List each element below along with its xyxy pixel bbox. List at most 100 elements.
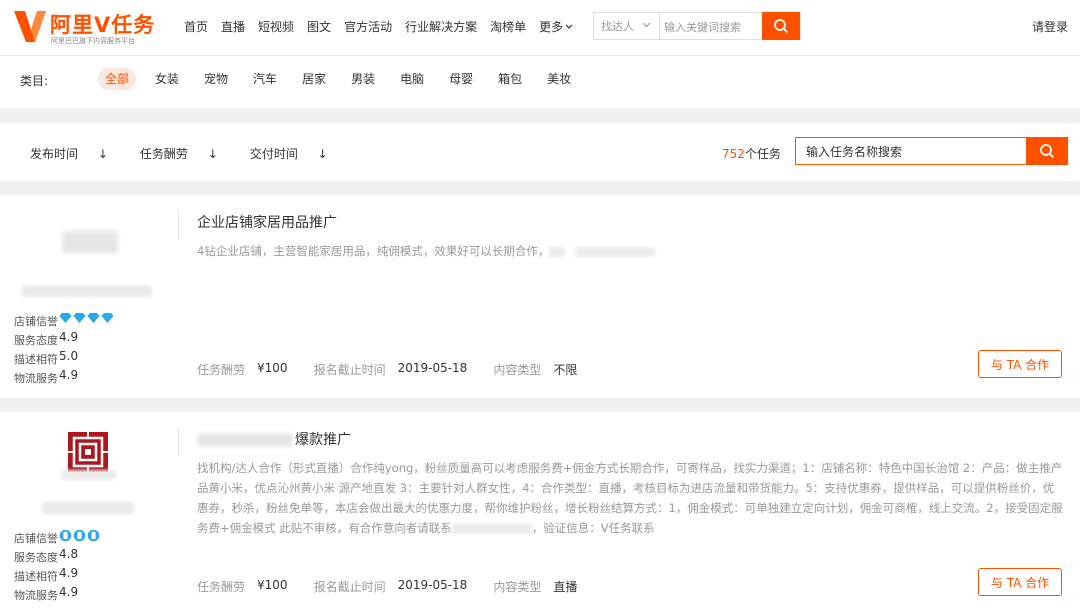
shop-seal-logo-icon [68, 432, 108, 472]
shop-info: 店铺信誉 服务态度 4.8 描述相符 4.9 物流服务 4.9 [0, 412, 170, 612]
arrow-down-icon: ↓ [97, 147, 108, 161]
rating-value: 4.9 [59, 330, 79, 344]
task-card: 店铺信誉 服务态度 4.8 描述相符 4.9 物流服务 4.9 爆款推广 找机构/达人… [0, 412, 1080, 612]
search-icon [1040, 144, 1055, 159]
crown-badge-icon [59, 529, 72, 542]
rating-value: 4.8 [59, 547, 79, 561]
rating-label: 描述相符 [14, 353, 58, 366]
diamond-icon [73, 313, 86, 323]
category-mens-wear[interactable]: 男装 [345, 68, 381, 90]
task-card: 店铺信誉 服务态度 4.9 描述相符 5.0 物流服务 4.9 企业店铺家居用品推广 … [0, 195, 1080, 398]
rating-value: 4.9 [59, 368, 79, 382]
blurred-text [197, 433, 293, 447]
shop-info: 店铺信誉 服务态度 4.9 描述相符 5.0 物流服务 4.9 [0, 195, 170, 398]
content-type-value: 不限 [553, 363, 578, 377]
crown-badge-icon [73, 529, 86, 542]
rating-reputation: 店铺信誉 [14, 529, 100, 546]
deadline-value: 2019-05-18 [397, 361, 468, 375]
rating-label: 物流服务 [14, 589, 58, 602]
sort-label: 发布时间 [30, 147, 79, 161]
logo-name: 阿里V任务 [50, 13, 156, 37]
rating-description: 描述相符 5.0 [14, 349, 78, 367]
search-icon [774, 19, 789, 34]
category-pets[interactable]: 宠物 [198, 68, 234, 90]
reward-value: ¥100 [257, 578, 288, 592]
reputation-gems [59, 312, 115, 324]
chevron-down-icon [565, 24, 573, 29]
crown-badge-icon [87, 529, 100, 542]
logo-subtitle: 阿里巴巴旗下内容服务平台 [51, 37, 135, 45]
task-search-button[interactable] [1026, 137, 1068, 165]
diamond-icon [101, 313, 114, 323]
nav-image-text[interactable]: 图文 [307, 18, 331, 35]
nav-live[interactable]: 直播 [221, 18, 245, 35]
nav-short-video[interactable]: 短视频 [258, 18, 294, 35]
rating-label: 物流服务 [14, 372, 58, 385]
task-count: 752个任务 [722, 145, 781, 162]
task-name-search-input[interactable] [804, 141, 1028, 163]
blurred-text [575, 246, 656, 257]
rating-value: 4.9 [59, 585, 79, 599]
deadline-label: 报名截止时间 [313, 363, 386, 377]
category-computers[interactable]: 电脑 [394, 68, 430, 90]
cooperate-button[interactable]: 与 TA 合作 [978, 350, 1062, 378]
rating-logistics: 物流服务 4.9 [14, 368, 78, 386]
deadline-value: 2019-05-18 [397, 578, 468, 592]
nav-official-events[interactable]: 官方活动 [344, 18, 392, 35]
reward-label: 任务酬劳 [197, 580, 246, 594]
category-baby[interactable]: 母婴 [443, 68, 479, 90]
task-description: 找机构/达人合作（形式直播）合作纯yong，粉丝质量高可以考虑服务费+佣金方式长… [197, 458, 1065, 538]
content-type-value: 直播 [553, 580, 578, 594]
blurred-text [451, 523, 532, 534]
shop-logo-text-blurred [62, 470, 116, 480]
category-home[interactable]: 居家 [296, 68, 332, 90]
task-title[interactable]: 企业店铺家居用品推广 [197, 212, 337, 232]
nav-home[interactable]: 首页 [184, 18, 208, 35]
rating-value: 4.9 [59, 566, 79, 580]
sort-options: 发布时间 ↓ 任务酬劳 ↓ 交付时间 ↓ [30, 145, 360, 162]
keyword-search-input[interactable] [662, 15, 764, 39]
search-type-select[interactable]: 找达人 [594, 13, 660, 39]
cooperate-button[interactable]: 与 TA 合作 [978, 568, 1062, 596]
divider [178, 428, 179, 456]
rating-label: 描述相符 [14, 570, 58, 583]
category-all[interactable]: 全部 [98, 68, 137, 90]
shop-logo-blurred [62, 231, 118, 253]
blurred-text [549, 246, 566, 257]
task-count-suffix: 个任务 [744, 147, 781, 161]
rating-reputation: 店铺信誉 [14, 313, 114, 329]
chevron-down-icon [642, 22, 651, 28]
sort-delivery-time[interactable]: 交付时间 ↓ [250, 145, 344, 162]
category-bags[interactable]: 箱包 [492, 68, 528, 90]
nav-rankings[interactable]: 淘榜单 [490, 18, 526, 35]
top-search-button[interactable] [762, 12, 800, 40]
top-search-box: 找达人 [593, 12, 801, 40]
category-womens-wear[interactable]: 女装 [149, 68, 185, 90]
reputation-crowns [59, 529, 101, 542]
task-description-text: 4钻企业店铺，主营智能家居用品，纯佣模式，效果好可以长期合作， [197, 244, 550, 258]
rating-label: 店铺信誉 [14, 532, 58, 545]
main-nav: 首页 直播 短视频 图文 官方活动 行业解决方案 淘榜单 更多 [184, 18, 586, 35]
login-link[interactable]: 请登录 [1032, 18, 1068, 35]
sort-label: 交付时间 [249, 147, 298, 161]
task-description: 4钻企业店铺，主营智能家居用品，纯佣模式，效果好可以长期合作， [197, 241, 1065, 261]
task-title[interactable]: 爆款推广 [197, 429, 351, 449]
reward-label: 任务酬劳 [197, 363, 246, 377]
reward-value: ¥100 [257, 361, 288, 375]
category-auto[interactable]: 汽车 [247, 68, 283, 90]
nav-industry-solutions[interactable]: 行业解决方案 [405, 18, 477, 35]
rating-label: 服务态度 [14, 334, 58, 347]
nav-more[interactable]: 更多 [539, 18, 573, 35]
task-title-text: 爆款推广 [295, 432, 351, 448]
category-label: 类目: [20, 74, 49, 88]
task-count-number: 752 [722, 147, 745, 161]
site-logo[interactable]: 阿里V任务 阿里巴巴旗下内容服务平台 [12, 6, 172, 48]
nav-more-label: 更多 [539, 20, 564, 34]
category-beauty[interactable]: 美妆 [541, 68, 577, 90]
diamond-icon [59, 313, 72, 323]
diamond-icon [87, 313, 100, 323]
sort-reward[interactable]: 任务酬劳 ↓ [140, 145, 234, 162]
deadline-label: 报名截止时间 [313, 580, 386, 594]
sort-publish-time[interactable]: 发布时间 ↓ [30, 145, 124, 162]
search-type-label: 找达人 [601, 20, 634, 33]
